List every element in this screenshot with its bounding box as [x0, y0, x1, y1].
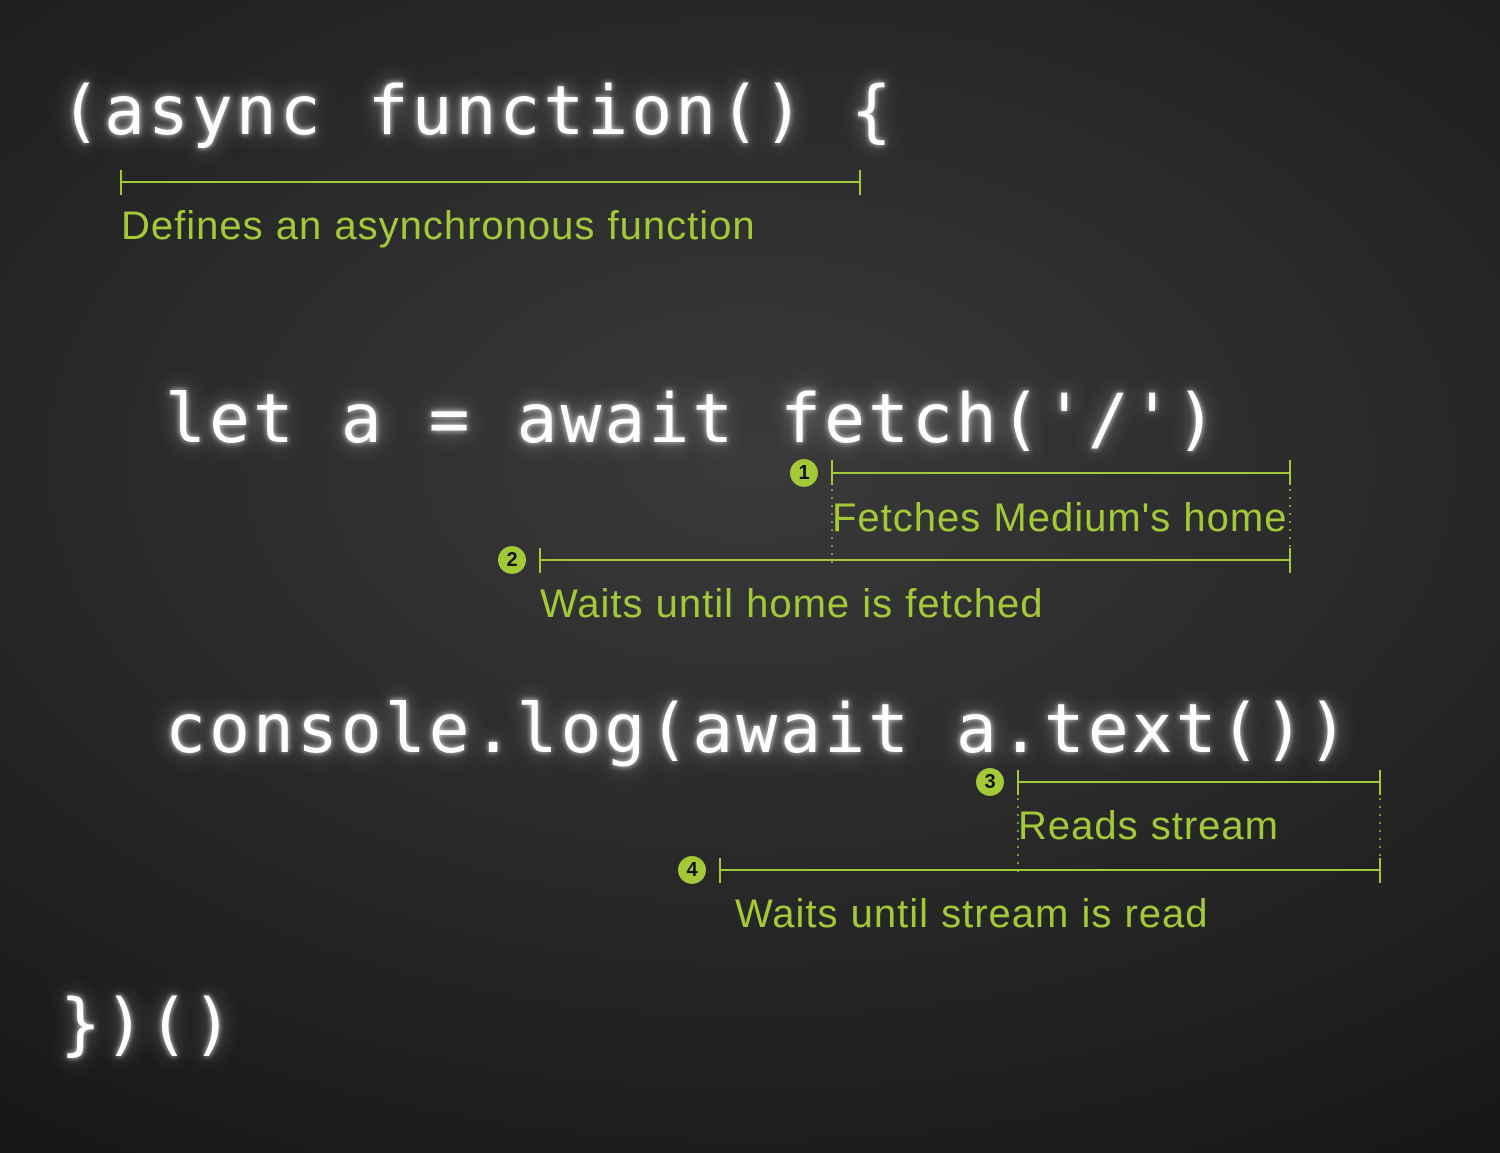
annotation-reads-stream: Reads stream [1018, 798, 1279, 854]
code-line-3: console.log(await a.text()) [165, 690, 1351, 769]
step-4-badge: 4 [678, 856, 706, 884]
code-line-2: let a = await fetch('/') [165, 380, 1220, 459]
annotation-waits-stream: Waits until stream is read [735, 886, 1209, 942]
annotation-fetches-home: Fetches Medium's home [832, 490, 1287, 546]
code-line-4: })() [60, 985, 236, 1064]
step-3-badge: 3 [976, 768, 1004, 796]
annotation-waits-home: Waits until home is fetched [540, 576, 1044, 632]
step-1-badge: 1 [790, 459, 818, 487]
code-line-1: (async function() { [60, 72, 895, 151]
annotation-defines-async: Defines an asynchronous function [121, 198, 761, 254]
step-2-badge: 2 [498, 546, 526, 574]
